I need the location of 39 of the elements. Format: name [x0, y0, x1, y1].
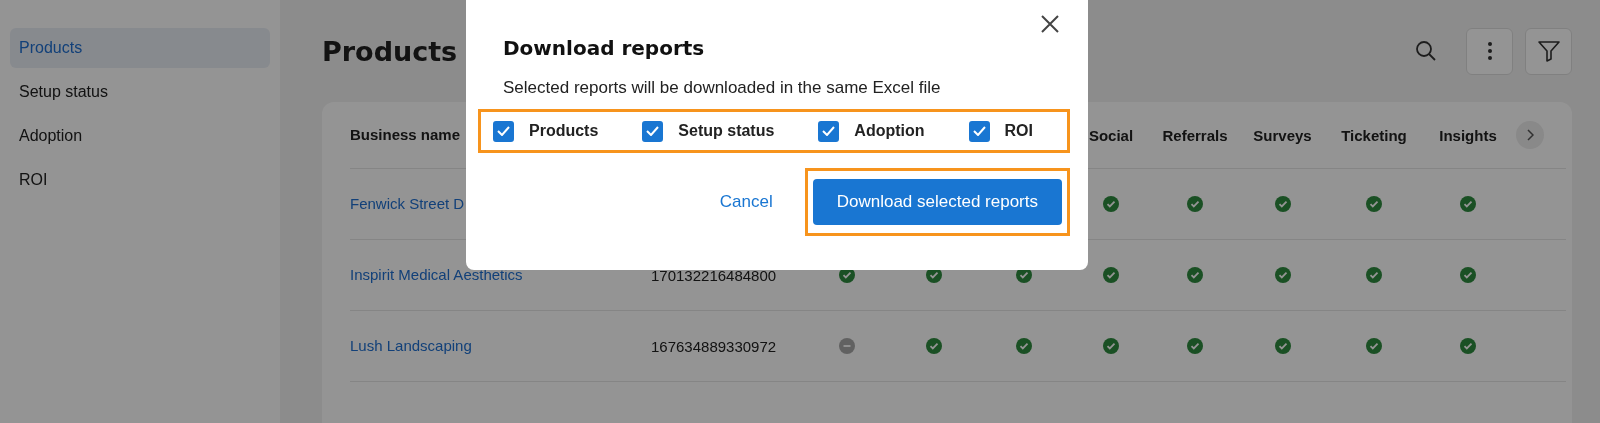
- checkbox-label: Setup status: [678, 122, 775, 140]
- table-cell-text: 170132216484800: [651, 266, 778, 284]
- checkbox[interactable]: [493, 120, 514, 142]
- business-link[interactable]: Lush Landscaping: [350, 337, 472, 354]
- sidebar-item[interactable]: Setup status: [10, 72, 270, 112]
- download-button[interactable]: Download selected reports: [812, 179, 1062, 225]
- cancel-button[interactable]: Cancel: [713, 186, 779, 218]
- checkbox-label: Products: [529, 122, 599, 140]
- business-link[interactable]: Fenwick Street D: [350, 195, 465, 212]
- column-header: Ticketing: [1340, 126, 1408, 144]
- filter-icon: [1536, 39, 1561, 63]
- sidebar-item[interactable]: ROI: [10, 160, 270, 200]
- checkbox[interactable]: [818, 120, 840, 142]
- column-header: Insights: [1438, 126, 1498, 144]
- dialog-description: Selected reports will be downloaded in the same Excel file: [503, 78, 942, 98]
- column-header: Business name: [350, 126, 461, 143]
- checkbox[interactable]: [642, 120, 664, 142]
- sidebar-item[interactable]: Adoption: [10, 116, 270, 156]
- sidebar-item[interactable]: Products: [10, 28, 270, 68]
- dialog-title: Download reports: [503, 36, 706, 60]
- more-vertical-icon: [1486, 41, 1493, 61]
- business-link[interactable]: Inspirit Medical Aesthetics: [350, 266, 523, 283]
- chevron-right-icon: [1526, 129, 1534, 141]
- checkmark-icon: [822, 126, 836, 136]
- close-icon: [1040, 14, 1060, 34]
- column-header: Surveys: [1252, 126, 1313, 144]
- filter-button[interactable]: [1525, 27, 1572, 75]
- checkbox-label: Adoption: [854, 122, 925, 140]
- scroll-right-button[interactable]: [1516, 121, 1544, 149]
- column-header: Social: [1087, 126, 1135, 144]
- checkbox[interactable]: [968, 120, 990, 142]
- checkmark-icon: [972, 126, 986, 136]
- checkmark-icon: [646, 126, 660, 136]
- checkmark-icon: [497, 126, 510, 136]
- column-header: Referrals: [1161, 126, 1229, 144]
- checkbox-label: ROI: [1004, 122, 1033, 140]
- page-title: Products: [322, 35, 458, 67]
- table-cell-text: 167634889330972: [651, 337, 778, 355]
- search-icon: [1415, 40, 1437, 62]
